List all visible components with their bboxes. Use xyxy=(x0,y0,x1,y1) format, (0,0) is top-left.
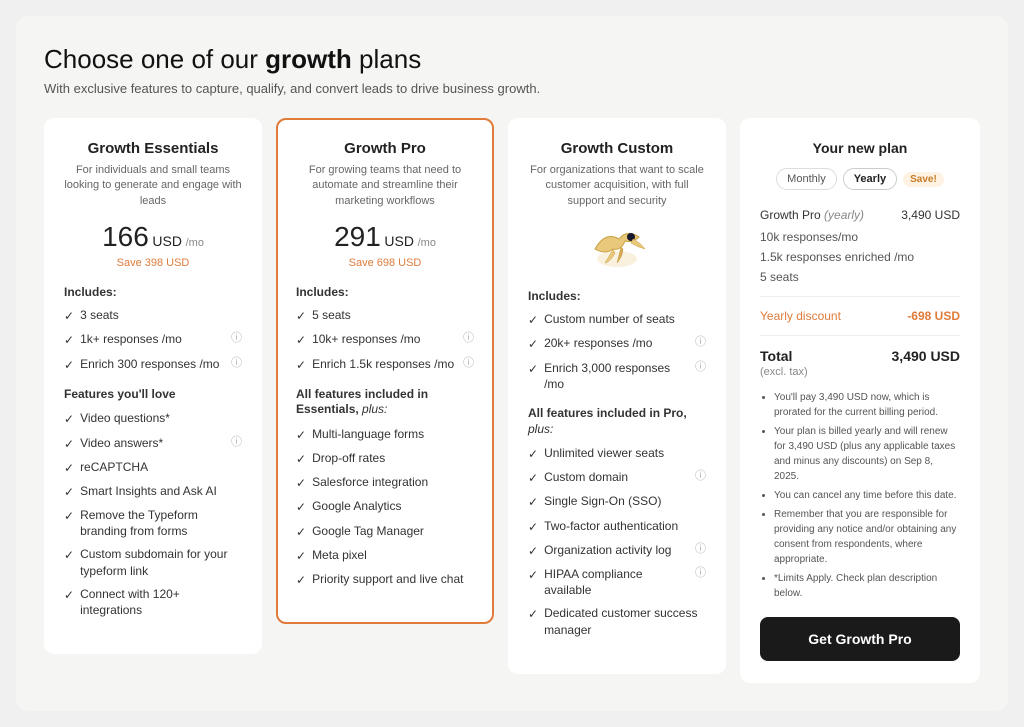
sidebar-notes: You'll pay 3,490 USD now, which is prora… xyxy=(760,390,960,601)
discount-value: -698 USD xyxy=(907,309,960,323)
list-item: ✓Remove the Typeform branding from forms xyxy=(64,507,242,539)
total-label: Total xyxy=(760,348,792,364)
list-item: ✓Smart Insights and Ask AI xyxy=(64,483,242,500)
essentials-savings: Save 398 USD xyxy=(64,257,242,269)
list-item: ✓HIPAA compliance availableⓘ xyxy=(528,566,706,598)
sidebar-discount-row: Yearly discount -698 USD xyxy=(760,309,960,323)
billing-yearly-button[interactable]: Yearly xyxy=(843,168,897,190)
list-item: ✓Drop-off rates xyxy=(296,450,474,467)
note-item: Your plan is billed yearly and will rene… xyxy=(774,424,960,484)
list-item: ✓Google Tag Manager xyxy=(296,523,474,540)
pro-title: Growth Pro xyxy=(296,140,474,157)
custom-love-features: ✓Unlimited viewer seats ✓Custom domainⓘ … xyxy=(528,445,706,638)
custom-title: Growth Custom xyxy=(528,140,706,157)
sidebar-divider-1 xyxy=(760,296,960,297)
note-item: You'll pay 3,490 USD now, which is prora… xyxy=(774,390,960,420)
list-item: ✓Meta pixel xyxy=(296,547,474,564)
list-item: ✓Priority support and live chat xyxy=(296,571,474,588)
list-item: ✓Multi-language forms xyxy=(296,426,474,443)
page-container: Choose one of our growth plans With excl… xyxy=(16,16,1008,711)
list-item: ✓Two-factor authentication xyxy=(528,518,706,535)
custom-desc: For organizations that want to scale cus… xyxy=(528,163,706,209)
sidebar-feature-0: 10k responses/mo xyxy=(760,230,960,244)
cta-button[interactable]: Get Growth Pro xyxy=(760,617,960,661)
page-subtitle: With exclusive features to capture, qual… xyxy=(44,81,980,96)
list-item: ✓Custom subdomain for your typeform link xyxy=(64,546,242,578)
list-item: ✓20k+ responses /moⓘ xyxy=(528,335,706,352)
list-item: ✓Custom domainⓘ xyxy=(528,469,706,486)
pro-base-features: ✓5 seats ✓10k+ responses /moⓘ ✓Enrich 1.… xyxy=(296,307,474,373)
sidebar-plan-price: 3,490 USD xyxy=(901,208,960,222)
page-heading: Choose one of our growth plans xyxy=(44,44,980,75)
custom-icon xyxy=(528,221,706,279)
plan-custom: Growth Custom For organizations that wan… xyxy=(508,118,726,674)
custom-base-features: ✓Custom number of seats ✓20k+ responses … xyxy=(528,311,706,392)
list-item: ✓Salesforce integration xyxy=(296,474,474,491)
pro-includes-label: Includes: xyxy=(296,285,474,299)
list-item: ✓10k+ responses /moⓘ xyxy=(296,331,474,348)
sidebar-feature-1: 1.5k responses enriched /mo xyxy=(760,250,960,264)
list-item: ✓3 seats xyxy=(64,307,242,324)
list-item: ✓reCAPTCHA xyxy=(64,459,242,476)
list-item: ✓Video answers*ⓘ xyxy=(64,435,242,452)
custom-includes-label: Includes: xyxy=(528,289,706,303)
plan-essentials: Growth Essentials For individuals and sm… xyxy=(44,118,262,654)
sidebar-plan-name: Growth Pro (yearly) xyxy=(760,208,864,222)
list-item: ✓Video questions* xyxy=(64,410,242,427)
billing-toggle: Monthly Yearly Save! xyxy=(760,168,960,190)
plans-row: Growth Essentials For individuals and sm… xyxy=(44,118,980,683)
essentials-base-features: ✓3 seats ✓1k+ responses /moⓘ ✓Enrich 300… xyxy=(64,307,242,373)
custom-section-label: All features included in Pro, plus: xyxy=(528,406,706,437)
list-item: ✓Custom number of seats xyxy=(528,311,706,328)
list-item: ✓Unlimited viewer seats xyxy=(528,445,706,462)
note-item: Remember that you are responsible for pr… xyxy=(774,507,960,567)
list-item: ✓Dedicated customer success manager xyxy=(528,605,706,637)
sidebar-plan-row: Growth Pro (yearly) 3,490 USD xyxy=(760,208,960,222)
pro-price: 291 USD /mo xyxy=(296,221,474,253)
sidebar-panel: Your new plan Monthly Yearly Save! Growt… xyxy=(740,118,980,683)
list-item: ✓Connect with 120+ integrations xyxy=(64,586,242,618)
list-item: ✓Organization activity logⓘ xyxy=(528,542,706,559)
note-item: You can cancel any time before this date… xyxy=(774,488,960,503)
pro-love-features: ✓Multi-language forms ✓Drop-off rates ✓S… xyxy=(296,426,474,588)
list-item: ✓Google Analytics xyxy=(296,498,474,515)
note-item: *Limits Apply. Check plan description be… xyxy=(774,571,960,601)
essentials-includes-label: Includes: xyxy=(64,285,242,299)
pro-savings: Save 698 USD xyxy=(296,257,474,269)
sidebar-title: Your new plan xyxy=(760,140,960,156)
total-value: 3,490 USD xyxy=(892,348,960,364)
essentials-love-label: Features you'll love xyxy=(64,387,242,403)
essentials-love-features: ✓Video questions* ✓Video answers*ⓘ ✓reCA… xyxy=(64,410,242,618)
discount-label: Yearly discount xyxy=(760,309,841,323)
list-item: ✓Enrich 300 responses /moⓘ xyxy=(64,356,242,373)
total-subtext: (excl. tax) xyxy=(760,366,960,378)
list-item: ✓5 seats xyxy=(296,307,474,324)
list-item: ✓1k+ responses /moⓘ xyxy=(64,331,242,348)
list-item: ✓Single Sign-On (SSO) xyxy=(528,493,706,510)
sidebar-total-row: Total 3,490 USD xyxy=(760,348,960,364)
save-badge: Save! xyxy=(903,172,944,187)
essentials-title: Growth Essentials xyxy=(64,140,242,157)
essentials-desc: For individuals and small teams looking … xyxy=(64,163,242,209)
pro-section-label: All features included in Essentials, plu… xyxy=(296,387,474,418)
plan-pro: Growth Pro For growing teams that need t… xyxy=(276,118,494,624)
list-item: ✓Enrich 3,000 responses /moⓘ xyxy=(528,360,706,392)
billing-monthly-button[interactable]: Monthly xyxy=(776,168,837,190)
sidebar-divider-2 xyxy=(760,335,960,336)
essentials-price: 166 USD /mo xyxy=(64,221,242,253)
list-item: ✓Enrich 1.5k responses /moⓘ xyxy=(296,356,474,373)
sidebar-feature-2: 5 seats xyxy=(760,270,960,284)
pro-desc: For growing teams that need to automate … xyxy=(296,163,474,209)
